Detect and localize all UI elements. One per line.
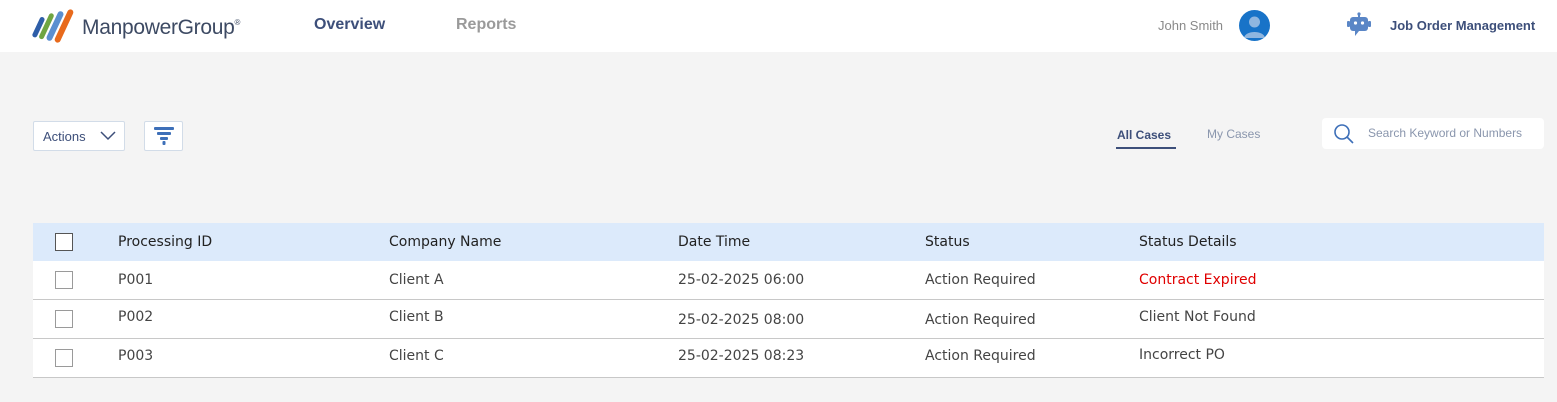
search-input[interactable] bbox=[1368, 124, 1538, 142]
active-tab-indicator bbox=[1116, 147, 1176, 149]
tab-overview[interactable]: Overview bbox=[314, 16, 385, 34]
avatar[interactable] bbox=[1239, 10, 1270, 41]
top-header: ManpowerGroup® Overview Reports John Smi… bbox=[0, 0, 1557, 52]
table-row[interactable]: P002 Client B 25-02-2025 08:00 Action Re… bbox=[33, 300, 1544, 339]
brand-name: ManpowerGroup® bbox=[82, 16, 241, 39]
column-header-processing-id[interactable]: Processing ID bbox=[118, 234, 212, 250]
column-header-status[interactable]: Status bbox=[925, 234, 970, 250]
table-row[interactable]: P003 Client C 25-02-2025 08:23 Action Re… bbox=[33, 339, 1544, 378]
company-name-cell: Client A bbox=[389, 272, 444, 288]
row-checkbox[interactable] bbox=[55, 310, 73, 328]
user-name: John Smith bbox=[1158, 18, 1224, 33]
select-all-checkbox[interactable] bbox=[55, 233, 73, 251]
table-row[interactable]: P001 Client A 25-02-2025 06:00 Action Re… bbox=[33, 261, 1544, 300]
tab-all-cases[interactable]: All Cases bbox=[1117, 128, 1171, 142]
cases-table: Processing ID Company Name Date Time Sta… bbox=[33, 223, 1544, 378]
tab-reports[interactable]: Reports bbox=[456, 16, 516, 34]
search-box[interactable] bbox=[1322, 118, 1544, 149]
status-cell: Action Required bbox=[925, 348, 1036, 364]
status-details-cell: Client Not Found bbox=[1139, 309, 1256, 325]
status-details-cell: Incorrect PO bbox=[1139, 347, 1225, 363]
search-icon[interactable] bbox=[1333, 123, 1355, 145]
chatbot-icon[interactable] bbox=[1346, 12, 1372, 38]
row-checkbox[interactable] bbox=[55, 271, 73, 289]
table-header-row: Processing ID Company Name Date Time Sta… bbox=[33, 223, 1544, 261]
date-time-cell: 25-02-2025 06:00 bbox=[678, 272, 805, 288]
app-title[interactable]: Job Order Management bbox=[1390, 18, 1535, 33]
avatar-icon bbox=[1244, 16, 1265, 38]
company-name-cell: Client C bbox=[389, 348, 444, 364]
company-name-cell: Client B bbox=[389, 309, 444, 325]
column-header-company-name[interactable]: Company Name bbox=[389, 234, 501, 250]
date-time-cell: 25-02-2025 08:23 bbox=[678, 348, 805, 364]
status-details-cell: Contract Expired bbox=[1139, 272, 1257, 288]
logo-mark-icon bbox=[32, 9, 74, 43]
column-header-date-time[interactable]: Date Time bbox=[678, 234, 750, 250]
processing-id-cell: P001 bbox=[118, 272, 154, 288]
brand-logo[interactable]: ManpowerGroup® bbox=[32, 8, 240, 46]
date-time-cell: 25-02-2025 08:00 bbox=[678, 312, 805, 328]
row-checkbox[interactable] bbox=[55, 349, 73, 367]
status-cell: Action Required bbox=[925, 272, 1036, 288]
chevron-down-icon bbox=[100, 131, 116, 141]
tab-my-cases[interactable]: My Cases bbox=[1207, 127, 1260, 141]
filter-button[interactable] bbox=[144, 121, 183, 151]
column-header-status-details[interactable]: Status Details bbox=[1139, 234, 1237, 250]
actions-label: Actions bbox=[43, 129, 86, 144]
processing-id-cell: P002 bbox=[118, 309, 154, 325]
processing-id-cell: P003 bbox=[118, 348, 154, 364]
filter-icon bbox=[154, 127, 174, 145]
status-cell: Action Required bbox=[925, 312, 1036, 328]
actions-dropdown[interactable]: Actions bbox=[33, 121, 125, 151]
